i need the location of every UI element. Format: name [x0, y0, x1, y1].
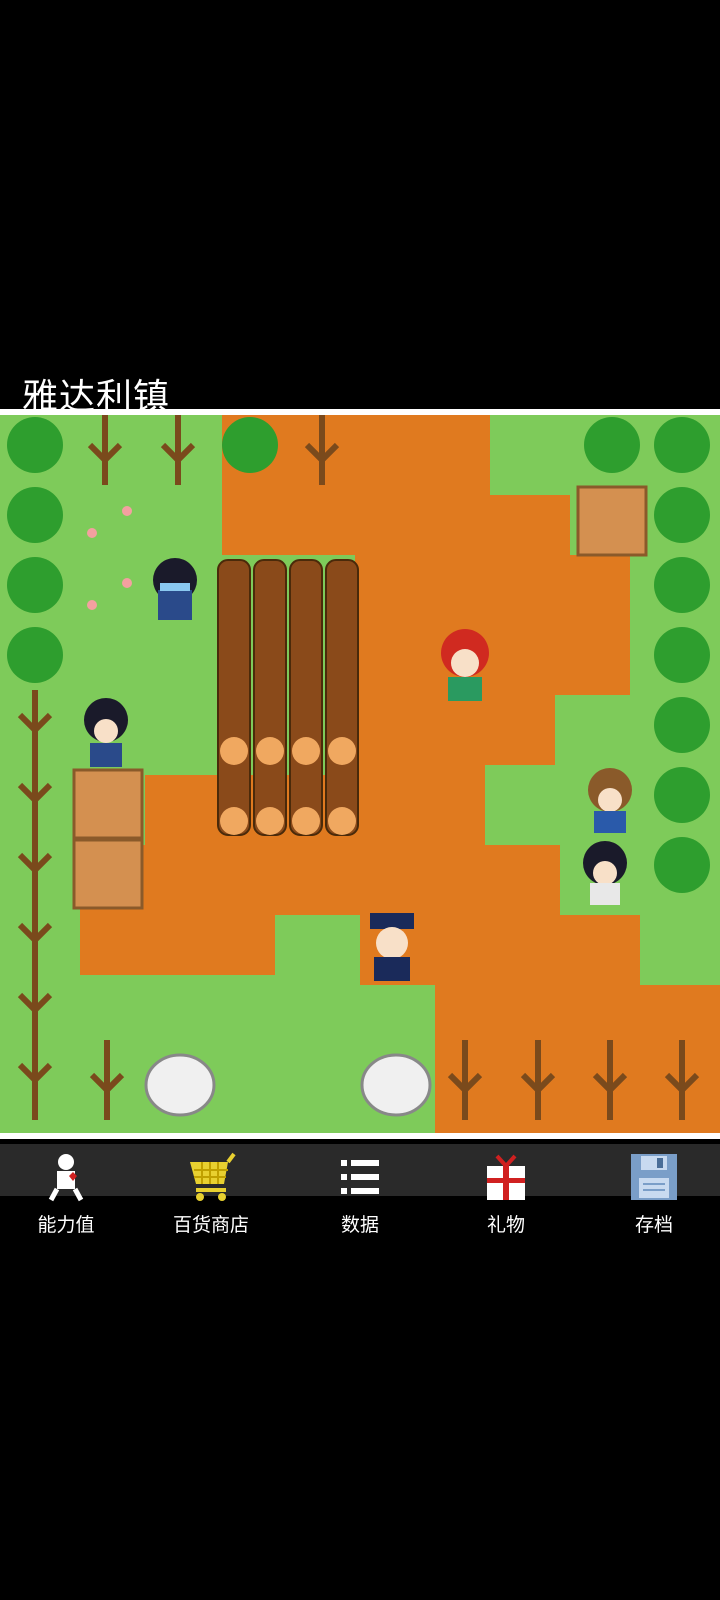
toolbar-label-gift: 礼物 [486, 1214, 525, 1236]
npc-glasses [153, 558, 197, 620]
toolbar-button-save[interactable]: 存档 [594, 1150, 714, 1240]
save-disk-icon [631, 1154, 677, 1200]
game-map[interactable] [0, 409, 720, 1139]
toolbar-button-stats[interactable]: 能力值 [6, 1150, 126, 1240]
toolbar-button-gift[interactable]: 礼物 [446, 1150, 566, 1240]
npc-dark-hair-left [84, 698, 128, 767]
toolbar-button-shop[interactable]: 百货商店 [151, 1150, 271, 1240]
npc-brown-hair [588, 768, 632, 833]
toolbar-label-stats: 能力值 [37, 1214, 95, 1236]
gift-icon [487, 1154, 525, 1200]
toolbar-button-data[interactable]: 数据 [300, 1150, 420, 1240]
player-red-hair [441, 629, 489, 701]
shopping-cart-icon [190, 1152, 236, 1201]
list-icon [341, 1160, 379, 1194]
stats-figure-icon [48, 1154, 84, 1202]
toolbar-label-shop: 百货商店 [172, 1214, 249, 1236]
toolbar-label-data: 数据 [340, 1214, 379, 1236]
npc-police [370, 913, 414, 981]
toolbar-label-save: 存档 [634, 1214, 673, 1236]
